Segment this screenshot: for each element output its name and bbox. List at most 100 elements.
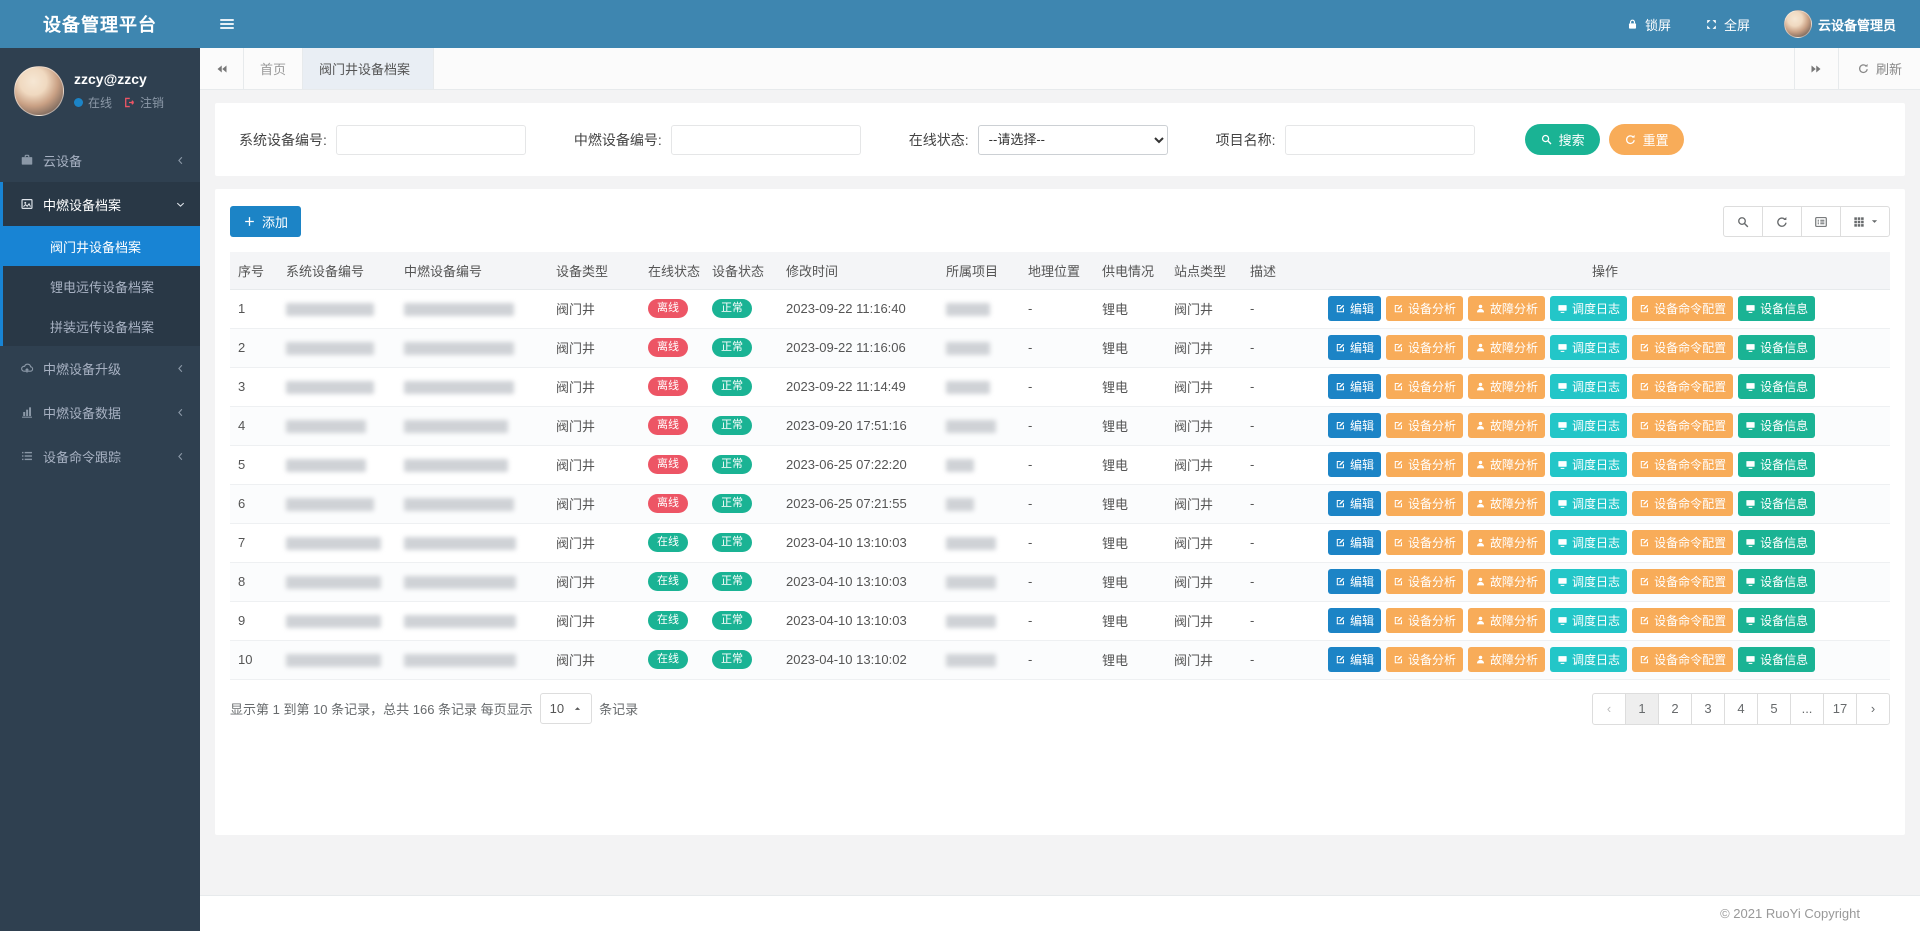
page-17[interactable]: 17: [1823, 693, 1857, 725]
edit-button[interactable]: 编辑: [1328, 452, 1381, 477]
dispatch-log-button[interactable]: 调度日志: [1550, 608, 1627, 633]
page-2[interactable]: 2: [1658, 693, 1692, 725]
cell-online-status: 在线: [640, 640, 704, 679]
tab-valve-well-archive[interactable]: 阀门井设备档案: [303, 48, 434, 89]
edit-button[interactable]: 编辑: [1328, 335, 1381, 360]
fault-analysis-button[interactable]: 故障分析: [1468, 296, 1545, 321]
logout-button[interactable]: 注销: [123, 94, 164, 111]
sidebar-item-gas-device-archive[interactable]: 中燃设备档案: [3, 182, 200, 226]
page-size-select[interactable]: 10: [540, 693, 592, 724]
device-analysis-button[interactable]: 设备分析: [1386, 647, 1463, 672]
fault-analysis-button[interactable]: 故障分析: [1468, 647, 1545, 672]
sidebar-item-gas-device-data[interactable]: 中燃设备数据: [0, 390, 200, 434]
tool-card-view-button[interactable]: [1801, 206, 1841, 237]
page-5[interactable]: 5: [1757, 693, 1791, 725]
dispatch-log-button[interactable]: 调度日志: [1550, 452, 1627, 477]
dispatch-log-button[interactable]: 调度日志: [1550, 530, 1627, 555]
page-4[interactable]: 4: [1724, 693, 1758, 725]
search-button[interactable]: 搜索: [1525, 124, 1600, 155]
fault-analysis-button[interactable]: 故障分析: [1468, 413, 1545, 438]
add-button[interactable]: 添加: [230, 206, 301, 237]
edit-button[interactable]: 编辑: [1328, 569, 1381, 594]
device-info-button[interactable]: 设备信息: [1738, 452, 1815, 477]
fault-analysis-button[interactable]: 故障分析: [1468, 530, 1545, 555]
device-info-button[interactable]: 设备信息: [1738, 296, 1815, 321]
device-analysis-button[interactable]: 设备分析: [1386, 296, 1463, 321]
device-analysis-button[interactable]: 设备分析: [1386, 452, 1463, 477]
device-info-button[interactable]: 设备信息: [1738, 335, 1815, 360]
dispatch-log-button[interactable]: 调度日志: [1550, 647, 1627, 672]
device-command-config-button[interactable]: 设备命令配置: [1632, 530, 1733, 555]
device-command-config-button[interactable]: 设备命令配置: [1632, 413, 1733, 438]
dispatch-log-button[interactable]: 调度日志: [1550, 374, 1627, 399]
tool-search-button[interactable]: [1723, 206, 1763, 237]
edit-button[interactable]: 编辑: [1328, 647, 1381, 672]
filter-select-online-status[interactable]: --请选择--: [978, 125, 1168, 155]
device-info-button[interactable]: 设备信息: [1738, 569, 1815, 594]
device-command-config-button[interactable]: 设备命令配置: [1632, 608, 1733, 633]
device-command-config-button[interactable]: 设备命令配置: [1632, 491, 1733, 516]
fault-analysis-button[interactable]: 故障分析: [1468, 374, 1545, 399]
dispatch-log-button[interactable]: 调度日志: [1550, 335, 1627, 360]
sidebar-item-cloud-devices[interactable]: 云设备: [0, 138, 200, 182]
tool-refresh-button[interactable]: [1762, 206, 1802, 237]
device-info-button[interactable]: 设备信息: [1738, 413, 1815, 438]
edit-button[interactable]: 编辑: [1328, 608, 1381, 633]
device-analysis-button[interactable]: 设备分析: [1386, 335, 1463, 360]
fullscreen-button[interactable]: 全屏: [1705, 15, 1750, 34]
lock-screen-button[interactable]: 锁屏: [1626, 15, 1671, 34]
device-analysis-button[interactable]: 设备分析: [1386, 569, 1463, 594]
device-analysis-button[interactable]: 设备分析: [1386, 413, 1463, 438]
tabs-scroll-left-button[interactable]: [200, 48, 244, 89]
tool-columns-button[interactable]: [1840, 206, 1890, 237]
dispatch-log-button[interactable]: 调度日志: [1550, 569, 1627, 594]
filter-input-project-name[interactable]: [1285, 125, 1475, 155]
tabs-scroll-right-button[interactable]: [1794, 48, 1838, 89]
page-next[interactable]: ›: [1856, 693, 1890, 725]
sidebar-item-valve-well-archive[interactable]: 阀门井设备档案: [3, 226, 200, 266]
reset-button[interactable]: 重置: [1609, 124, 1684, 155]
page-3[interactable]: 3: [1691, 693, 1725, 725]
page-ellipsis[interactable]: ...: [1790, 693, 1824, 725]
dispatch-log-button[interactable]: 调度日志: [1550, 413, 1627, 438]
fault-analysis-button[interactable]: 故障分析: [1468, 608, 1545, 633]
filter-input-sys-device-no[interactable]: [336, 125, 526, 155]
sidebar-item-lithium-remote-archive[interactable]: 锂电远传设备档案: [3, 266, 200, 306]
device-info-button[interactable]: 设备信息: [1738, 530, 1815, 555]
fault-analysis-button[interactable]: 故障分析: [1468, 452, 1545, 477]
device-command-config-button[interactable]: 设备命令配置: [1632, 296, 1733, 321]
device-command-config-button[interactable]: 设备命令配置: [1632, 374, 1733, 399]
device-info-button[interactable]: 设备信息: [1738, 374, 1815, 399]
device-info-button[interactable]: 设备信息: [1738, 491, 1815, 516]
device-analysis-button[interactable]: 设备分析: [1386, 374, 1463, 399]
sidebar-item-gas-device-upgrade[interactable]: 中燃设备升级: [0, 346, 200, 390]
page-prev[interactable]: ‹: [1592, 693, 1626, 725]
edit-button[interactable]: 编辑: [1328, 374, 1381, 399]
tab-home[interactable]: 首页: [244, 48, 303, 89]
dispatch-log-button[interactable]: 调度日志: [1550, 296, 1627, 321]
device-analysis-button[interactable]: 设备分析: [1386, 491, 1463, 516]
sidebar-item-device-command-trace[interactable]: 设备命令跟踪: [0, 434, 200, 478]
refresh-tab-button[interactable]: 刷新: [1838, 48, 1920, 89]
device-info-button[interactable]: 设备信息: [1738, 608, 1815, 633]
user-menu[interactable]: 云设备管理员: [1784, 10, 1896, 38]
device-command-config-button[interactable]: 设备命令配置: [1632, 569, 1733, 594]
fault-analysis-button[interactable]: 故障分析: [1468, 569, 1545, 594]
fault-analysis-button[interactable]: 故障分析: [1468, 491, 1545, 516]
page-1[interactable]: 1: [1625, 693, 1659, 725]
dispatch-log-button[interactable]: 调度日志: [1550, 491, 1627, 516]
device-command-config-button[interactable]: 设备命令配置: [1632, 452, 1733, 477]
sidebar-toggle-button[interactable]: [218, 15, 236, 33]
edit-button[interactable]: 编辑: [1328, 413, 1381, 438]
device-info-button[interactable]: 设备信息: [1738, 647, 1815, 672]
device-analysis-button[interactable]: 设备分析: [1386, 608, 1463, 633]
edit-button[interactable]: 编辑: [1328, 296, 1381, 321]
device-command-config-button[interactable]: 设备命令配置: [1632, 335, 1733, 360]
sidebar-item-assembled-remote-archive[interactable]: 拼装远传设备档案: [3, 306, 200, 346]
edit-button[interactable]: 编辑: [1328, 530, 1381, 555]
device-command-config-button[interactable]: 设备命令配置: [1632, 647, 1733, 672]
filter-input-gas-device-no[interactable]: [671, 125, 861, 155]
fault-analysis-button[interactable]: 故障分析: [1468, 335, 1545, 360]
edit-button[interactable]: 编辑: [1328, 491, 1381, 516]
device-analysis-button[interactable]: 设备分析: [1386, 530, 1463, 555]
